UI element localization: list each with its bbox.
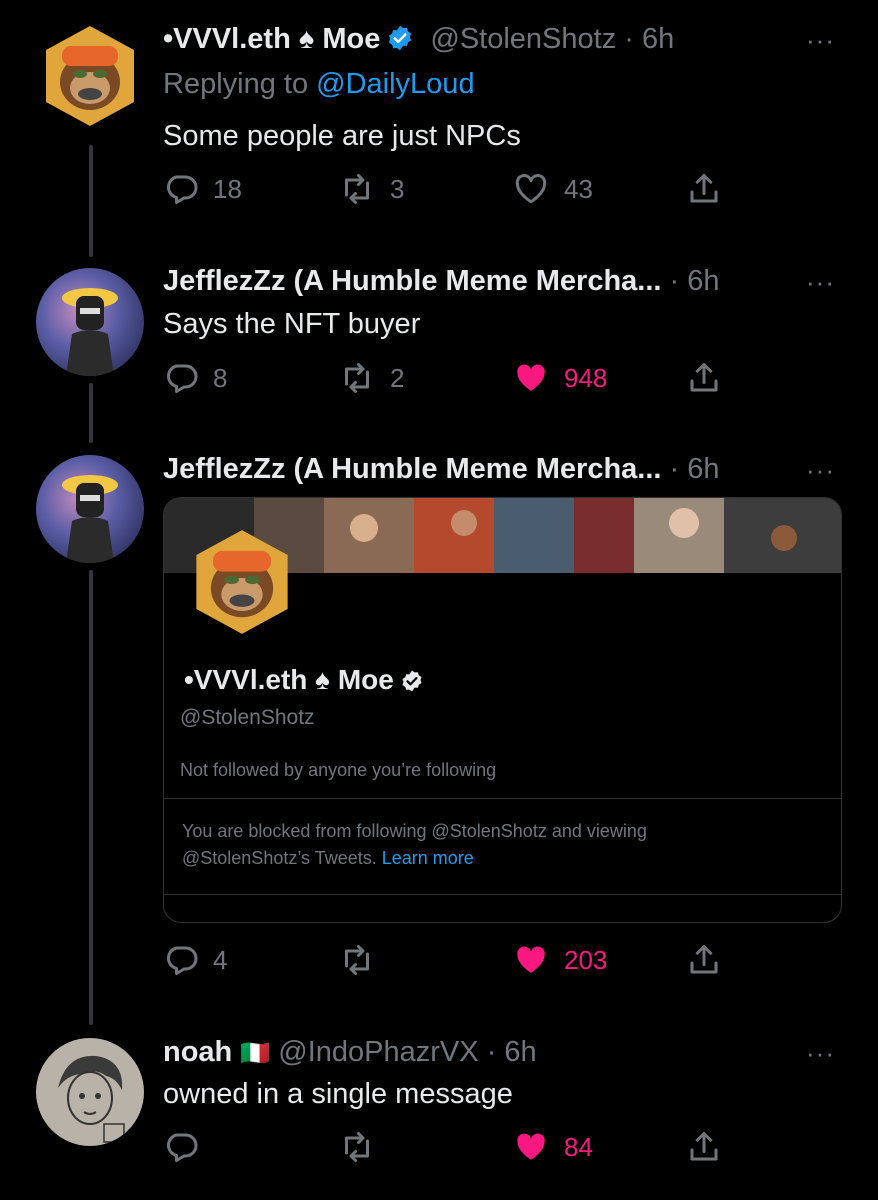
more-icon[interactable]: ··· [806, 269, 835, 295]
like-icon [517, 946, 545, 973]
card-avatar[interactable] [186, 526, 298, 638]
share-button[interactable] [686, 360, 722, 396]
card-name-text: •VVVl.eth ♠ Moe [184, 664, 394, 695]
like-icon [515, 174, 547, 204]
share-button[interactable] [686, 171, 722, 207]
share-icon [690, 945, 718, 974]
tweet-header: noah 🇮🇹 @IndoPhazrVX · 6h [163, 1035, 537, 1071]
avatar[interactable] [36, 268, 144, 376]
tweet-header: JefflezZz (A Humble Meme Mercha... · 6h [163, 264, 720, 298]
share-button[interactable] [686, 1129, 722, 1165]
retweet-icon [345, 363, 369, 393]
thread-line [89, 145, 93, 257]
retweet-count: 2 [390, 362, 405, 393]
like-count: 43 [564, 173, 593, 204]
flag-emoji: 🇮🇹 [240, 1040, 271, 1067]
retweet-icon [345, 945, 369, 975]
more-icon[interactable]: ··· [806, 27, 835, 53]
timestamp[interactable]: · 6h [670, 265, 720, 297]
reply-button[interactable] [163, 1129, 213, 1165]
avatar[interactable] [36, 22, 144, 130]
share-icon [690, 1132, 718, 1161]
share-icon [690, 174, 718, 203]
card-handle[interactable]: @StolenShotz [180, 706, 315, 730]
avatar[interactable] [36, 1038, 144, 1146]
card-divider [164, 894, 841, 895]
learn-more-link[interactable]: Learn more [382, 848, 474, 868]
reply-icon [167, 175, 198, 204]
more-icon[interactable]: ··· [806, 1040, 835, 1066]
handle[interactable]: @StolenShotz [430, 23, 616, 55]
reply-count: 18 [213, 173, 242, 204]
verified-icon [400, 668, 424, 700]
like-icon [517, 1133, 545, 1160]
display-name[interactable]: •VVVl.eth ♠ Moe [163, 23, 380, 55]
reply-count: 4 [213, 944, 228, 975]
reply-icon [167, 946, 198, 975]
reply-count: 8 [213, 362, 228, 393]
retweet-button[interactable] [338, 1129, 390, 1165]
timestamp[interactable]: · 6h [624, 23, 674, 55]
reply-button[interactable]: 8 [163, 360, 227, 396]
like-button[interactable]: 948 [512, 360, 607, 396]
like-button[interactable]: 43 [512, 171, 593, 207]
like-button[interactable]: 203 [512, 942, 607, 978]
like-icon [517, 364, 545, 391]
like-count: 203 [564, 944, 608, 975]
more-icon[interactable]: ··· [806, 457, 835, 483]
display-name[interactable]: JefflezZz (A Humble Meme Mercha... [163, 453, 661, 485]
card-divider [164, 798, 841, 799]
verified-icon [386, 24, 414, 60]
retweet-count: 3 [390, 173, 405, 204]
retweet-button[interactable]: 2 [338, 360, 404, 396]
retweet-icon [345, 1132, 369, 1162]
tweet-text: owned in a single message [163, 1078, 513, 1110]
retweet-button[interactable] [338, 942, 390, 978]
card-followed-note: Not followed by anyone you’re following [180, 760, 497, 780]
handle[interactable]: @IndoPhazrVX [278, 1036, 478, 1068]
replying-handle-link[interactable]: @DailyLoud [316, 68, 474, 100]
timestamp[interactable]: · 6h [670, 453, 720, 485]
thread-line [89, 570, 93, 1025]
card-display-name[interactable]: •VVVl.eth ♠ Moe [184, 664, 424, 700]
retweet-button[interactable]: 3 [338, 171, 404, 207]
timestamp[interactable]: · 6h [487, 1036, 537, 1068]
like-count: 948 [564, 362, 608, 393]
tweet-text: Some people are just NPCs [163, 120, 521, 152]
display-name[interactable]: JefflezZz (A Humble Meme Mercha... [163, 265, 661, 297]
tweet-header: •VVVl.eth ♠ Moe @StolenShotz · 6h [163, 22, 674, 60]
reply-icon [167, 364, 198, 393]
share-button[interactable] [686, 942, 722, 978]
reply-button[interactable]: 4 [163, 942, 227, 978]
reply-icon [167, 1133, 198, 1162]
profile-card[interactable]: •VVVl.eth ♠ Moe @StolenShotz Not followe… [163, 497, 842, 923]
retweet-icon [345, 174, 369, 204]
tweet-header: JefflezZz (A Humble Meme Mercha... · 6h [163, 452, 720, 486]
replying-prefix: Replying to [163, 68, 309, 100]
like-count: 84 [564, 1131, 593, 1162]
like-button[interactable]: 84 [512, 1129, 593, 1165]
tweet-text: Says the NFT buyer [163, 308, 421, 340]
display-name[interactable]: noah [163, 1036, 232, 1068]
thread-line [89, 383, 93, 443]
card-blocked-message: You are blocked from following @StolenSh… [182, 818, 742, 872]
reply-button[interactable]: 18 [163, 171, 242, 207]
avatar[interactable] [36, 455, 144, 563]
share-icon [690, 363, 718, 392]
replying-to: Replying to @DailyLoud [163, 67, 475, 101]
